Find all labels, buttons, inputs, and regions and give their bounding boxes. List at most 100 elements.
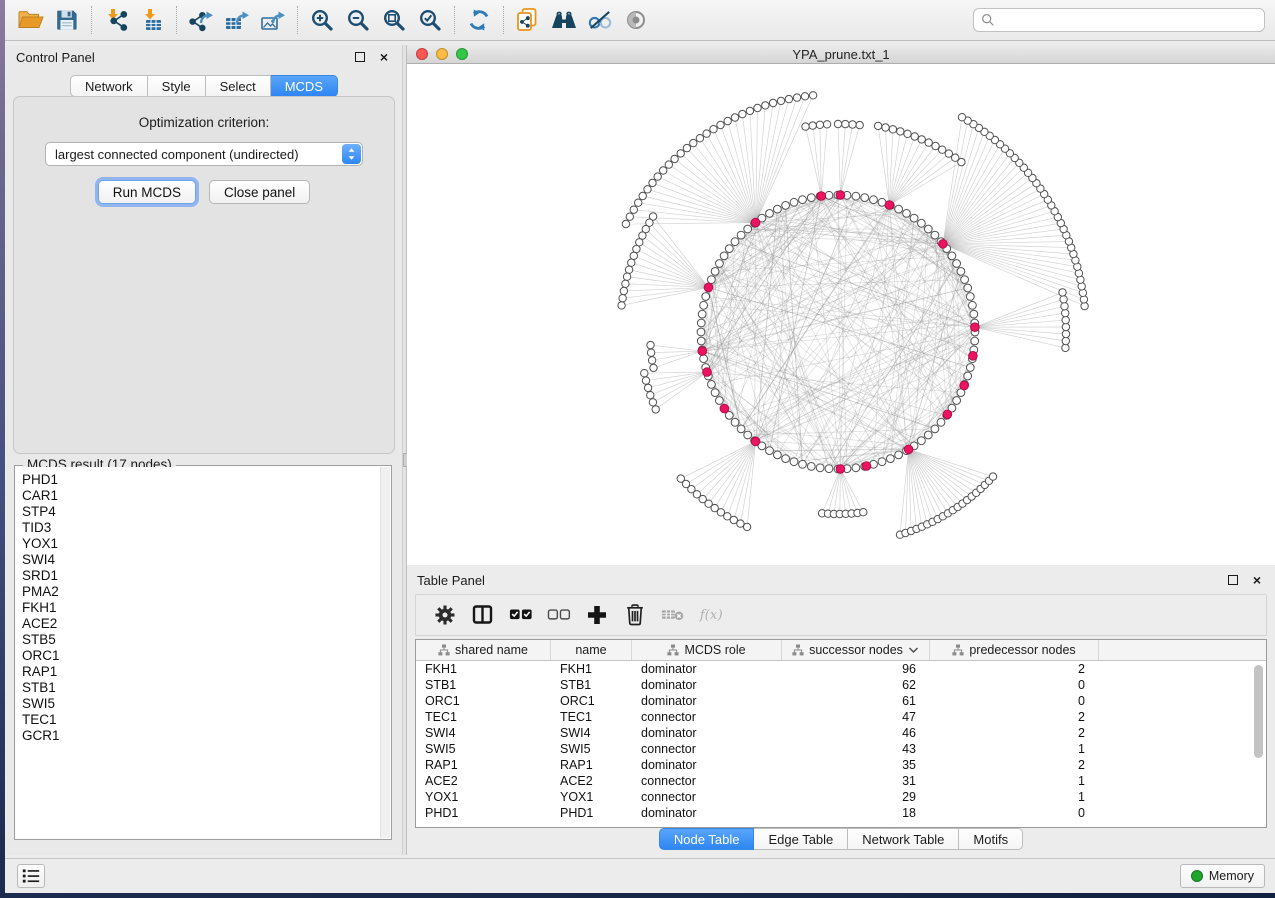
tab-select[interactable]: Select [206,75,271,97]
mcds-result-item[interactable]: ACE2 [22,616,380,632]
mcds-result-item[interactable]: STB1 [22,680,380,696]
tab-node-table[interactable]: Node Table [659,828,755,850]
zoom-out-icon [345,8,371,32]
table-row[interactable]: PHD1PHD1dominator180 [416,805,1266,821]
show-eye-button[interactable] [618,4,654,36]
deselect-all-button[interactable] [542,600,576,630]
export-image-button[interactable] [255,4,291,36]
import-table-button[interactable] [134,4,170,36]
refresh-button[interactable] [461,4,497,36]
table-row[interactable]: YOX1YOX1connector291 [416,789,1266,805]
mcds-result-item[interactable]: PHD1 [22,472,380,488]
table-cell: 62 [782,678,930,692]
save-session-button[interactable] [49,4,85,36]
column-header-successor-nodes[interactable]: successor nodes [782,640,930,660]
network-view-frame: YPA_prune.txt_1 [407,45,1275,565]
mcds-result-item[interactable]: PMA2 [22,584,380,600]
zoom-fit-button[interactable] [376,4,412,36]
network-canvas[interactable] [407,64,1275,565]
column-header-MCDS-role[interactable]: MCDS role [632,640,782,660]
table-row[interactable]: TEC1TEC1connector472 [416,709,1266,725]
import-network-button[interactable] [98,4,134,36]
close-panel-button-mcds[interactable]: Close panel [209,180,310,204]
hide-glasses-icon [587,8,613,32]
close-panel-button[interactable]: × [376,49,392,65]
close-table-panel-button[interactable]: × [1249,572,1265,588]
show-panels-button[interactable] [17,864,45,888]
mcds-result-list[interactable]: PHD1CAR1STP4TID3YOX1SWI4SRD1PMA2FKH1ACE2… [16,467,380,838]
table-cell: dominator [632,726,782,740]
table-cell: 2 [930,758,1099,772]
network-frame-titlebar[interactable]: YPA_prune.txt_1 [407,45,1275,64]
export-image-icon [260,8,286,32]
optimization-criterion-select[interactable]: largest connected component (undirected) [45,142,363,166]
zoom-in-button[interactable] [304,4,340,36]
export-table-button[interactable] [219,4,255,36]
column-header-name[interactable]: name [551,640,632,660]
mcds-result-item[interactable]: SWI5 [22,696,380,712]
mcds-result-item[interactable]: STB5 [22,632,380,648]
delete-row-trash-button[interactable] [618,600,652,630]
table-cell: connector [632,742,782,756]
table-row[interactable]: FKH1FKH1dominator962 [416,661,1266,677]
mcds-result-item[interactable]: CAR1 [22,488,380,504]
zoom-out-button[interactable] [340,4,376,36]
mcds-result-item[interactable]: TEC1 [22,712,380,728]
mcds-result-item[interactable]: RAP1 [22,664,380,680]
mcds-result-item[interactable]: YOX1 [22,536,380,552]
open-file-button[interactable] [13,4,49,36]
zoom-selected-icon [417,8,443,32]
tab-edge-table[interactable]: Edge Table [754,828,848,850]
hide-glasses-button[interactable] [582,4,618,36]
table-row[interactable]: STB1STB1dominator620 [416,677,1266,693]
memory-status-icon [1191,870,1203,882]
clone-network-button[interactable] [510,4,546,36]
export-table-icon [224,8,250,32]
table-cell: YOX1 [551,790,632,804]
table-row[interactable]: RAP1RAP1dominator352 [416,757,1266,773]
split-columns-button[interactable] [466,600,500,630]
search-input[interactable] [1000,10,1264,30]
search-objects-button[interactable] [546,4,582,36]
column-header-shared-name[interactable]: shared name [416,640,551,660]
export-network-button[interactable] [183,4,219,36]
search-field[interactable] [973,8,1265,32]
table-cell: dominator [632,694,782,708]
float-panel-button[interactable] [352,49,368,65]
network-graph[interactable] [407,64,1275,565]
list-icon [22,867,40,885]
tab-motifs[interactable]: Motifs [959,828,1023,850]
show-eye-icon [623,8,649,32]
add-row-button[interactable] [580,600,614,630]
tab-network-table[interactable]: Network Table [848,828,959,850]
table-row[interactable]: ORC1ORC1dominator610 [416,693,1266,709]
table-row[interactable]: SWI4SWI4dominator462 [416,725,1266,741]
function-fx-button: f(x) [694,600,728,630]
table-cell: STB1 [416,678,551,692]
table-row[interactable]: SWI5SWI5connector431 [416,741,1266,757]
table-scrollbar[interactable] [1253,663,1264,824]
mcds-result-item[interactable]: ORC1 [22,648,380,664]
float-table-panel-button[interactable] [1225,572,1241,588]
mcds-result-item[interactable]: SWI4 [22,552,380,568]
table-cell: connector [632,790,782,804]
memory-button[interactable]: Memory [1180,864,1265,888]
run-mcds-button[interactable]: Run MCDS [98,180,196,204]
tab-style[interactable]: Style [148,75,206,97]
mcds-result-item[interactable]: STP4 [22,504,380,520]
mcds-result-item[interactable]: FKH1 [22,600,380,616]
zoom-selected-button[interactable] [412,4,448,36]
toolbar-separator [503,6,504,34]
tab-mcds[interactable]: MCDS [271,75,338,97]
table-scrollbar-thumb[interactable] [1254,665,1263,758]
settings-gear-button[interactable] [428,600,462,630]
mcds-list-scrollbar[interactable] [380,467,390,838]
table-row[interactable]: ACE2ACE2connector311 [416,773,1266,789]
tab-network[interactable]: Network [70,75,148,97]
column-header-predecessor-nodes[interactable]: predecessor nodes [930,640,1099,660]
mcds-result-item[interactable]: TID3 [22,520,380,536]
mcds-result-item[interactable]: GCR1 [22,728,380,744]
mcds-result-item[interactable]: SRD1 [22,568,380,584]
memory-label: Memory [1209,869,1254,883]
select-all-checked-button[interactable] [504,600,538,630]
